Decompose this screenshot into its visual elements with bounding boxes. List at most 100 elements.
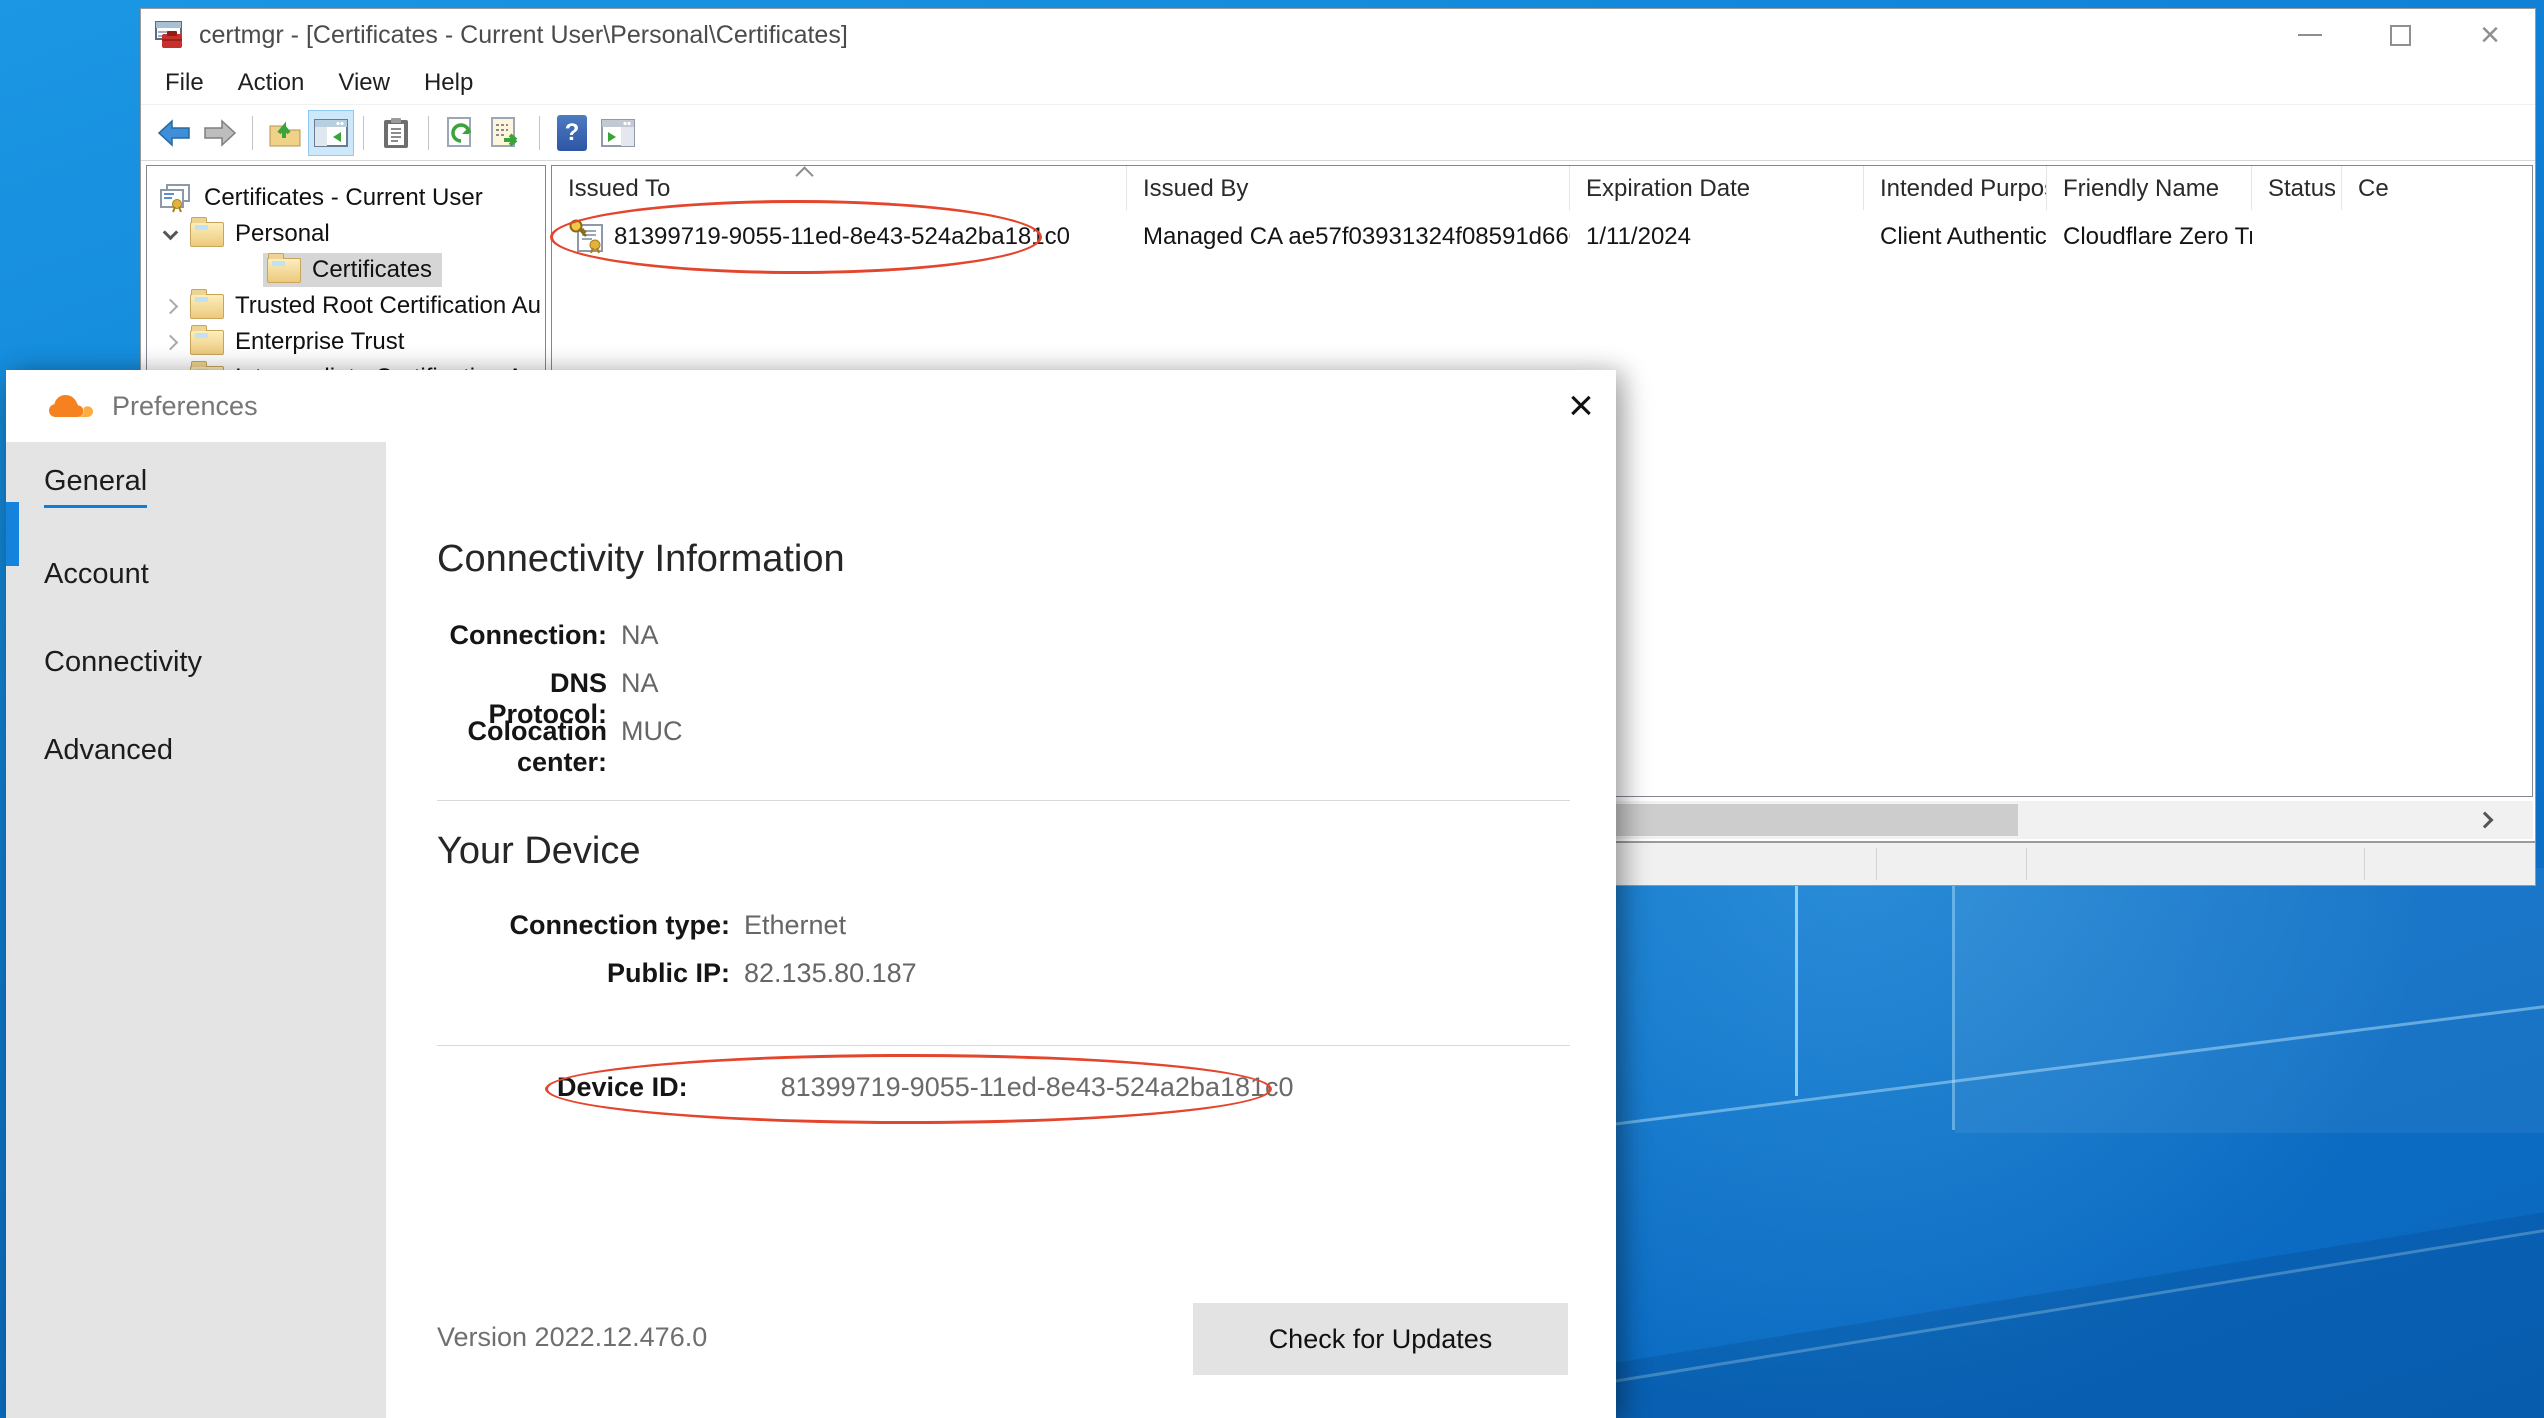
colocation-center-label: Colocation center: xyxy=(437,716,607,778)
tree-item-personal[interactable]: Personal xyxy=(147,216,545,252)
refresh-button[interactable] xyxy=(438,110,484,156)
window-controls: × xyxy=(2265,9,2535,61)
tree-item-certificates[interactable]: Certificates xyxy=(147,252,545,288)
back-button[interactable] xyxy=(151,110,197,156)
column-header-issued-to[interactable]: Issued To xyxy=(552,166,1127,210)
desktop: { "colors": { "accent_blue": "#0078d7", … xyxy=(0,0,2544,1418)
device-id-value: 81399719-9055-11ed-8e43-524a2ba181c0 xyxy=(781,1072,1294,1103)
check-for-updates-button[interactable]: Check for Updates xyxy=(1193,1303,1568,1375)
column-header-status[interactable]: Status xyxy=(2252,166,2342,210)
connection-value: NA xyxy=(621,620,659,651)
scrollbar-right-arrow-icon[interactable] xyxy=(2477,812,2494,829)
menubar: File Action View Help xyxy=(141,61,2535,105)
toolbar-separator xyxy=(252,116,253,150)
statusbar-pane-divider xyxy=(2026,848,2027,880)
folder-icon xyxy=(190,294,224,319)
tree-item-certificates-current-user[interactable]: Certificates - Current User xyxy=(147,180,545,216)
cloudflare-logo-icon xyxy=(48,393,94,419)
preferences-header: Preferences × xyxy=(6,370,1616,442)
tree-item-label: Certificates - Current User xyxy=(204,184,483,212)
tree-item-label: Enterprise Trust xyxy=(235,328,404,356)
dialog-close-button[interactable]: × xyxy=(1546,370,1616,442)
new-window-button[interactable] xyxy=(595,110,641,156)
public-ip-row: Public IP: 82.135.80.187 xyxy=(437,958,917,989)
up-one-level-button[interactable] xyxy=(262,110,308,156)
active-tab-indicator xyxy=(6,502,19,566)
tree-item-trusted-root[interactable]: Trusted Root Certification Au xyxy=(147,288,545,324)
tree-item-label: Personal xyxy=(235,220,330,248)
copy-button[interactable] xyxy=(373,110,419,156)
menu-help[interactable]: Help xyxy=(407,65,490,101)
sidebar-item-general[interactable]: General xyxy=(6,442,386,530)
menu-view[interactable]: View xyxy=(321,65,407,101)
public-ip-value: 82.135.80.187 xyxy=(744,958,917,989)
preferences-dialog: Preferences × General Account Connectivi… xyxy=(6,370,1616,1418)
statusbar-pane-divider xyxy=(2364,848,2365,880)
chevron-down-icon[interactable] xyxy=(163,224,179,240)
certificate-row[interactable]: 81399719-9055-11ed-8e43-524a2ba181c0 Man… xyxy=(552,210,2532,264)
forward-button[interactable] xyxy=(197,110,243,156)
sidebar-item-label: Connectivity xyxy=(44,646,202,679)
version-text: Version 2022.12.476.0 xyxy=(437,1322,707,1353)
toolbar-separator xyxy=(539,116,540,150)
help-button[interactable]: ? xyxy=(549,110,595,156)
close-button[interactable]: × xyxy=(2445,9,2535,61)
column-header-expiration-date[interactable]: Expiration Date xyxy=(1570,166,1864,210)
tree-item-label: Certificates xyxy=(312,256,432,284)
column-header-certificate-template[interactable]: Ce xyxy=(2342,166,2532,210)
export-list-icon xyxy=(490,117,524,149)
refresh-icon xyxy=(445,117,477,149)
maximize-icon xyxy=(2390,25,2411,46)
sidebar-item-connectivity[interactable]: Connectivity xyxy=(6,618,386,706)
forward-arrow-icon xyxy=(203,118,237,148)
dialog-title: Preferences xyxy=(112,391,1546,422)
sidebar-item-advanced[interactable]: Advanced xyxy=(6,706,386,794)
preferences-sidebar: General Account Connectivity Advanced xyxy=(6,442,386,1418)
section-heading-connectivity: Connectivity Information xyxy=(437,538,845,581)
titlebar: certmgr - [Certificates - Current User\P… xyxy=(141,9,2535,61)
tree-item-enterprise-trust[interactable]: Enterprise Trust xyxy=(147,324,545,360)
sidebar-item-label: General xyxy=(44,465,147,508)
column-header-intended-purposes[interactable]: Intended Purposes xyxy=(1864,166,2047,210)
sidebar-item-account[interactable]: Account xyxy=(6,530,386,618)
help-icon: ? xyxy=(557,115,587,151)
clipboard-icon xyxy=(382,117,410,149)
sidebar-item-label: Account xyxy=(44,558,149,591)
new-window-icon xyxy=(601,119,635,147)
maximize-button[interactable] xyxy=(2355,9,2445,61)
window-title: certmgr - [Certificates - Current User\P… xyxy=(199,21,2265,50)
wallpaper-ray xyxy=(1795,878,1798,1096)
folder-icon xyxy=(190,222,224,247)
chevron-right-icon[interactable] xyxy=(163,334,179,350)
sidebar-item-label: Advanced xyxy=(44,734,173,767)
menu-file[interactable]: File xyxy=(165,65,221,101)
cell-issued-to: 81399719-9055-11ed-8e43-524a2ba181c0 xyxy=(552,218,1127,256)
folder-icon xyxy=(267,258,301,283)
cell-expiration-date: 1/11/2024 xyxy=(1570,223,1864,251)
tree-selection: Certificates xyxy=(263,253,442,287)
export-list-button[interactable] xyxy=(484,110,530,156)
toolbar-separator xyxy=(428,116,429,150)
connection-row: Connection: NA xyxy=(437,620,659,651)
connection-type-label: Connection type: xyxy=(437,910,730,941)
section-heading-your-device: Your Device xyxy=(437,830,641,873)
cell-issued-by: Managed CA ae57f03931324f08591d660e7c370… xyxy=(1127,223,1570,251)
menu-action[interactable]: Action xyxy=(221,65,322,101)
statusbar-pane-divider xyxy=(1876,848,1877,880)
column-header-friendly-name[interactable]: Friendly Name xyxy=(2047,166,2252,210)
chevron-right-icon[interactable] xyxy=(163,298,179,314)
back-arrow-icon xyxy=(157,118,191,148)
section-divider xyxy=(437,800,1570,801)
connection-type-row: Connection type: Ethernet xyxy=(437,910,846,941)
minimize-button[interactable] xyxy=(2265,9,2355,61)
colocation-center-row: Colocation center: MUC xyxy=(437,716,683,778)
console-tree-icon xyxy=(314,119,348,147)
certificates-store-icon xyxy=(159,183,191,213)
dns-protocol-value: NA xyxy=(621,668,659,699)
device-id-row: Device ID: 81399719-9055-11ed-8e43-524a2… xyxy=(557,1072,1294,1103)
column-header-issued-by[interactable]: Issued By xyxy=(1127,166,1570,210)
minimize-icon xyxy=(2298,34,2322,36)
show-console-tree-button[interactable] xyxy=(308,110,354,156)
issued-to-value: 81399719-9055-11ed-8e43-524a2ba181c0 xyxy=(614,223,1070,251)
connection-label: Connection: xyxy=(437,620,607,651)
